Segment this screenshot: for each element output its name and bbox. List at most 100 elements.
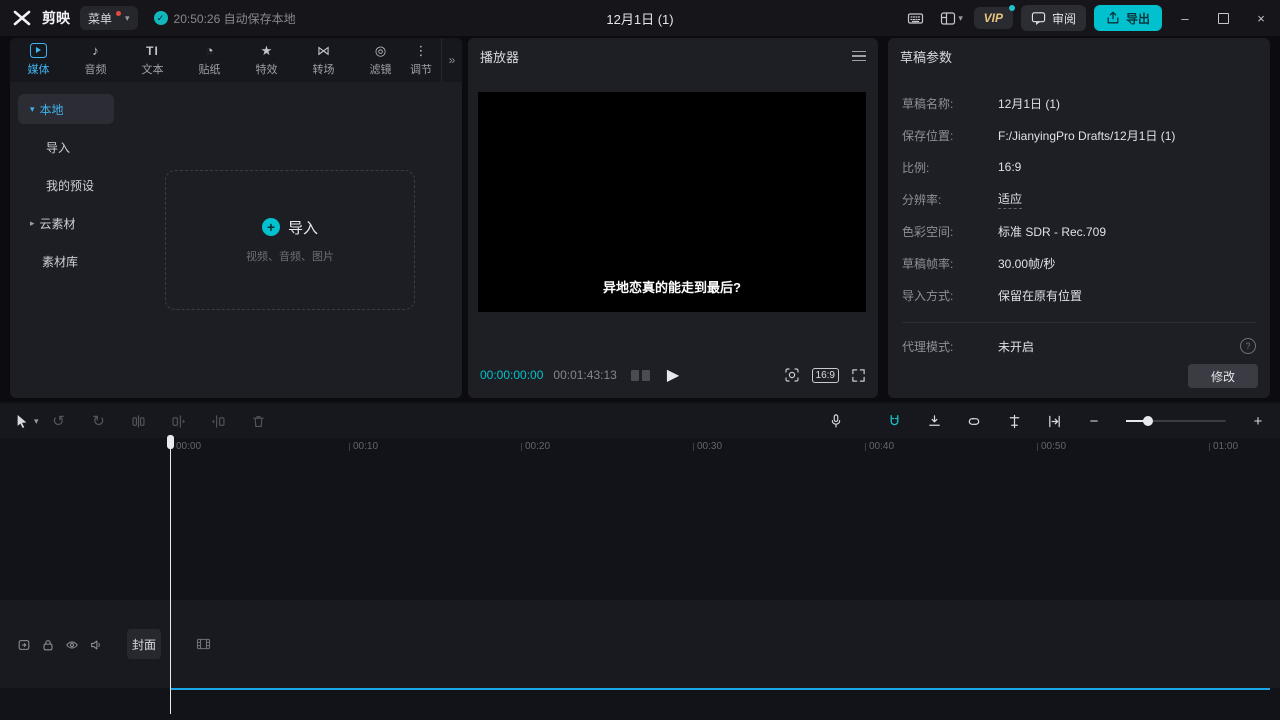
text-icon: TI [146,43,159,58]
param-row-resolution: 分辨率: 适应 [902,183,1256,215]
window-minimize-button[interactable]: – [1170,0,1200,36]
window-maximize-button[interactable] [1208,0,1238,36]
app-name: 剪映 [42,8,70,28]
eye-icon[interactable] [65,638,79,652]
tab-media[interactable]: 媒体 [10,38,67,82]
tab-filter[interactable]: ◎ 滤镜 [352,38,409,82]
tab-audio-label: 音频 [85,61,107,77]
proxy-info-icon[interactable]: ? [1240,338,1256,354]
timeline-toolbar: ▾ ↺ ↻ [0,404,1280,438]
cover-button[interactable]: 封面 [127,629,161,659]
zoom-out-icon[interactable]: − [1086,413,1102,429]
import-action: + 导入 [262,217,318,238]
in-out-point-icon[interactable] [1046,413,1062,429]
tab-transition[interactable]: ⋈ 转场 [295,38,352,82]
sidebar-item-library[interactable]: 素材库 [18,246,114,276]
sidebar-item-import[interactable]: 导入 [18,132,114,162]
current-time: 00:00:00:00 [480,368,543,382]
effects-icon: ★ [261,43,273,58]
main-track[interactable] [0,600,1280,688]
vip-badge[interactable]: VIP [974,7,1013,29]
tab-effects-label: 特效 [256,61,278,77]
sidebar-item-label: 本地 [40,101,64,118]
play-button[interactable]: ▶ [667,365,679,385]
export-button[interactable]: 导出 [1094,5,1162,31]
sidebar-item-presets[interactable]: 我的预设 [18,170,114,200]
frame-view-icon[interactable] [631,370,650,381]
trim-left-icon[interactable] [171,413,187,429]
playhead[interactable] [167,435,174,715]
zoom-in-icon[interactable]: + [1250,413,1266,429]
modify-button[interactable]: 修改 [1188,364,1258,388]
video-preview[interactable]: 异地恋真的能走到最后? [478,92,866,312]
link-icon[interactable] [966,413,982,429]
undo-icon[interactable]: ↺ [51,413,67,429]
microphone-icon[interactable] [828,413,844,429]
track-display-toggle-icon[interactable] [17,638,31,652]
shortcut-keyboard-button[interactable] [902,6,930,30]
tab-sticker[interactable]: ◔ 贴纸 [181,38,238,82]
transition-icon: ⋈ [317,43,330,58]
window-close-button[interactable]: × [1246,0,1276,36]
plus-icon: + [262,218,280,236]
sidebar-item-local[interactable]: ▾ 本地 [18,94,114,124]
audio-icon: ♪ [92,43,99,58]
param-row-import-mode: 导入方式: 保留在原有位置 [902,279,1256,311]
preview-quality-icon[interactable] [784,367,800,383]
tab-text-label: 文本 [142,61,164,77]
delete-icon[interactable] [251,413,267,429]
tab-filter-label: 滤镜 [370,61,392,77]
resolution-value[interactable]: 适应 [998,190,1022,209]
player-controls: 00:00:00:00 00:01:43:13 ▶ 16:9 [480,362,866,388]
tab-text[interactable]: TI 文本 [124,38,181,82]
fullscreen-icon[interactable] [851,368,866,383]
auto-snap-icon[interactable] [926,413,942,429]
preview-axis-icon[interactable] [1006,413,1022,429]
filter-icon: ◎ [375,43,386,58]
sidebar-item-cloud[interactable]: ▸ 云素材 [18,208,114,238]
total-duration: 00:01:43:13 [553,368,616,382]
speaker-icon[interactable] [89,638,103,652]
draft-params-panel: 草稿参数 草稿名称: 12月1日 (1) 保存位置: F:/JianyingPr… [888,38,1270,398]
redo-icon[interactable]: ↻ [91,413,107,429]
tab-effects[interactable]: ★ 特效 [238,38,295,82]
tab-audio[interactable]: ♪ 音频 [67,38,124,82]
expand-tabs-button[interactable]: » [441,38,462,82]
playhead-handle[interactable] [167,435,174,449]
param-row-proxy: 代理模式: 未开启 ? [902,330,1256,362]
zoom-slider-handle[interactable] [1143,416,1153,426]
chevron-right-icon: ▸ [30,218,35,229]
adjust-icon: ⋮ [415,43,428,58]
ruler-tick: 01:00 [1209,441,1238,452]
select-tool-button[interactable]: ▾ [14,413,39,429]
tab-media-label: 媒体 [28,61,50,77]
chevron-down-icon: ▾ [34,416,39,427]
timeline-zoom-slider[interactable] [1126,420,1226,422]
cursor-icon [14,413,30,429]
param-row-framerate: 草稿帧率: 30.00帧/秒 [902,247,1256,279]
film-clip-icon[interactable] [196,637,211,651]
timeline-ruler[interactable]: 00:00 00:10 00:20 00:30 00:40 00:50 01:0… [0,438,1280,456]
cover-label: 封面 [132,636,156,653]
tab-sticker-label: 贴纸 [199,61,221,77]
trim-right-icon[interactable] [211,413,227,429]
review-button[interactable]: 审阅 [1021,5,1086,31]
player-menu-icon[interactable] [852,51,866,62]
media-sidebar: ▾ 本地 导入 我的预设 ▸ 云素材 素材库 [18,94,114,284]
aspect-ratio-button[interactable]: 16:9 [812,368,839,383]
params-title: 草稿参数 [888,38,1270,74]
autosave-text: 20:50:26 自动保存本地 [174,10,296,27]
split-icon[interactable] [131,413,147,429]
menu-button[interactable]: 菜单 ▾ [80,6,138,30]
import-dropzone[interactable]: + 导入 视频、音频、图片 [165,170,415,310]
tab-adjust[interactable]: ⋮ 调节 [409,38,433,82]
media-library-panel: 媒体 ♪ 音频 TI 文本 ◔ 贴纸 ★ 特效 ⋈ 转场 [10,38,462,398]
tab-transition-label: 转场 [313,61,335,77]
layout-switch-button[interactable]: ▾ [938,6,966,30]
ruler-tick: 00:40 [865,441,894,452]
lock-icon[interactable] [41,638,55,652]
maximize-icon [1218,13,1229,24]
app-window: 剪映 菜单 ▾ ✓ 20:50:26 自动保存本地 12月1日 (1) [0,0,1280,720]
magnet-icon[interactable] [886,413,902,429]
player-controls-right: 16:9 [784,367,866,383]
